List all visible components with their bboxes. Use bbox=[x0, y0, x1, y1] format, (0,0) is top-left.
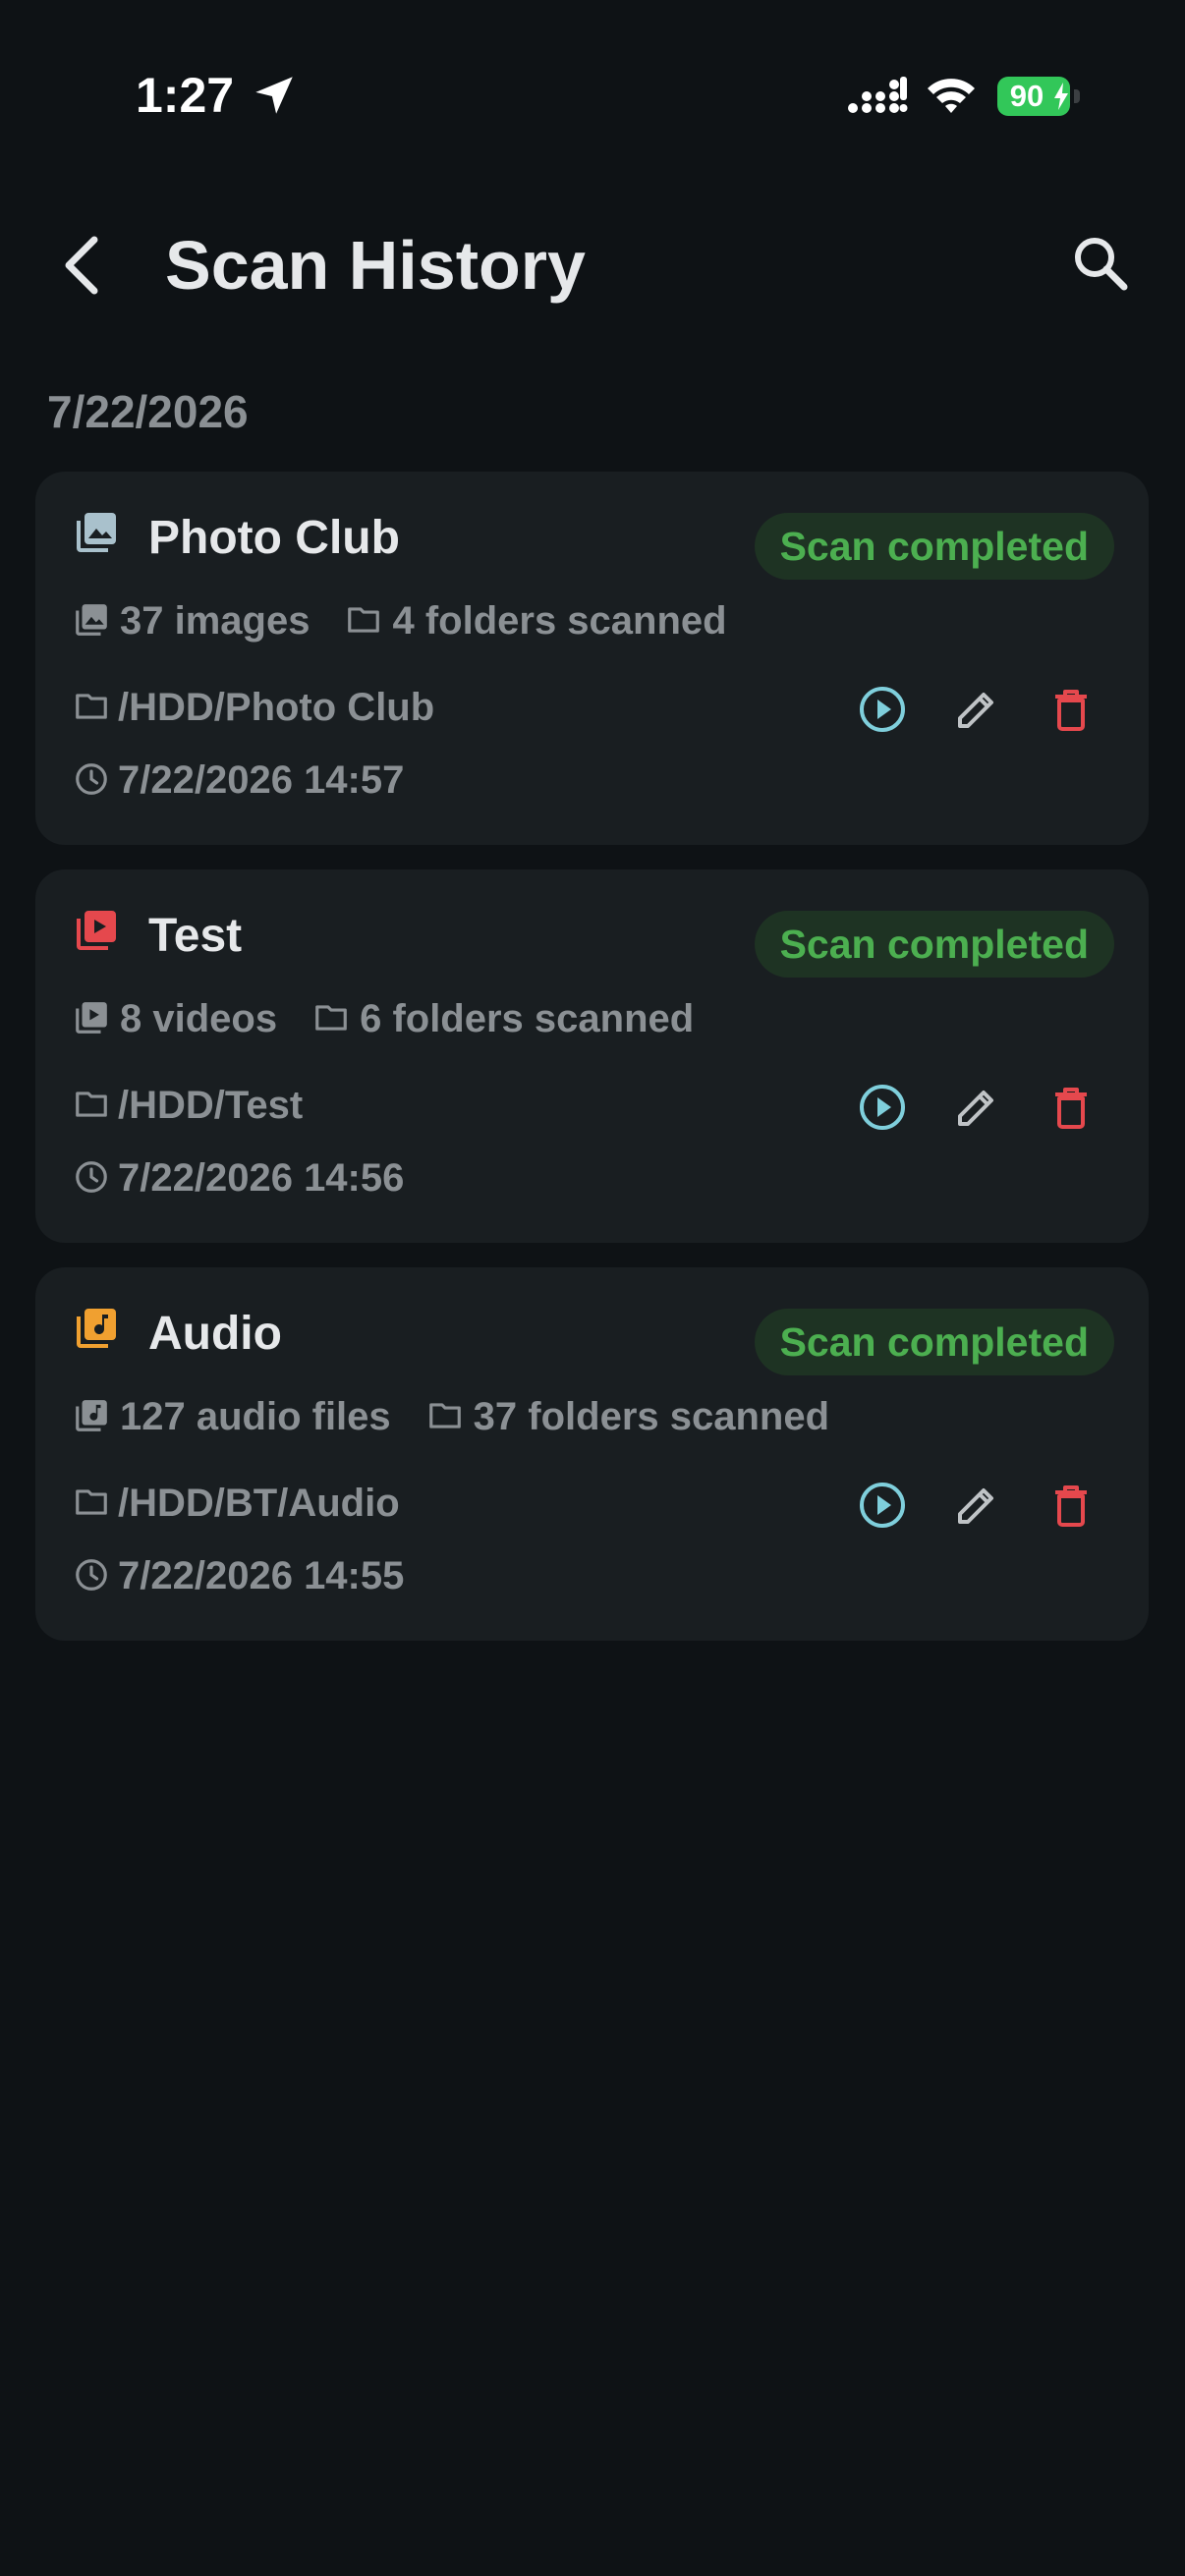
play-button[interactable] bbox=[853, 1078, 912, 1137]
audio-count-icon bbox=[76, 1400, 107, 1431]
delete-button[interactable] bbox=[1042, 680, 1100, 739]
path-text: /HDD/BT/Audio bbox=[118, 1482, 400, 1525]
status-time: 1:27 bbox=[136, 68, 235, 123]
folder-icon bbox=[76, 694, 107, 719]
folder-icon bbox=[76, 1092, 107, 1117]
audio-library-icon bbox=[77, 1309, 116, 1348]
timestamp-text: 7/22/2026 14:57 bbox=[118, 758, 405, 802]
status-bar: 1:27 90 bbox=[0, 0, 1185, 157]
signal-icon bbox=[848, 77, 908, 113]
search-button[interactable] bbox=[1069, 232, 1132, 295]
page-title: Scan History bbox=[165, 227, 586, 304]
videos-count-icon bbox=[76, 1002, 107, 1034]
file-count: 127 audio files bbox=[120, 1395, 391, 1438]
folder-icon bbox=[428, 1403, 461, 1428]
edit-button[interactable] bbox=[947, 1078, 1006, 1137]
path-text: /HDD/Photo Club bbox=[118, 686, 435, 729]
clock-icon bbox=[76, 1161, 107, 1193]
folders-count: 4 folders scanned bbox=[392, 599, 727, 643]
folder-icon bbox=[76, 1489, 107, 1515]
battery-indicator: 90 bbox=[997, 77, 1080, 116]
clock-icon bbox=[76, 763, 107, 795]
scan-card[interactable]: Test Scan completed 8 videos 6 folders s… bbox=[35, 869, 1149, 1243]
status-badge: Scan completed bbox=[754, 1309, 1114, 1375]
location-arrow-icon bbox=[255, 77, 293, 114]
scan-card[interactable]: Photo Club Scan completed 37 images 4 fo… bbox=[35, 472, 1149, 845]
images-count-icon bbox=[76, 604, 107, 636]
scan-stats: 37 images 4 folders scanned bbox=[73, 599, 727, 650]
edit-button[interactable] bbox=[947, 680, 1006, 739]
image-library-icon bbox=[77, 513, 116, 552]
wifi-icon bbox=[928, 79, 975, 113]
scan-timestamp: 7/22/2026 14:55 bbox=[73, 1554, 404, 1605]
back-button[interactable] bbox=[53, 226, 112, 305]
clock-icon bbox=[76, 1559, 107, 1591]
scan-stats: 8 videos 6 folders scanned bbox=[73, 997, 694, 1048]
file-count: 8 videos bbox=[120, 997, 278, 1040]
scan-card[interactable]: Audio Scan completed 127 audio files 37 … bbox=[35, 1267, 1149, 1641]
scan-title: Photo Club bbox=[148, 512, 400, 564]
video-library-icon bbox=[77, 911, 116, 950]
battery-level: 90 bbox=[1009, 79, 1044, 113]
date-group-heading: 7/22/2026 bbox=[47, 386, 249, 437]
play-button[interactable] bbox=[853, 1476, 912, 1535]
folders-count: 6 folders scanned bbox=[360, 997, 695, 1040]
delete-button[interactable] bbox=[1042, 1476, 1100, 1535]
timestamp-text: 7/22/2026 14:55 bbox=[118, 1554, 405, 1597]
status-badge: Scan completed bbox=[754, 513, 1114, 580]
scan-stats: 127 audio files 37 folders scanned bbox=[73, 1395, 829, 1446]
timestamp-text: 7/22/2026 14:56 bbox=[118, 1156, 405, 1200]
folder-icon bbox=[315, 1005, 347, 1031]
folders-count: 37 folders scanned bbox=[473, 1395, 830, 1438]
scan-path: /HDD/BT/Audio bbox=[73, 1482, 400, 1533]
file-count: 37 images bbox=[120, 599, 310, 643]
status-badge: Scan completed bbox=[754, 911, 1114, 978]
scan-timestamp: 7/22/2026 14:57 bbox=[73, 758, 404, 810]
delete-button[interactable] bbox=[1042, 1078, 1100, 1137]
charging-bolt-icon bbox=[1054, 83, 1068, 110]
folder-icon bbox=[348, 607, 380, 633]
path-text: /HDD/Test bbox=[118, 1084, 304, 1127]
scan-timestamp: 7/22/2026 14:56 bbox=[73, 1156, 404, 1207]
play-button[interactable] bbox=[853, 680, 912, 739]
edit-button[interactable] bbox=[947, 1476, 1006, 1535]
scan-title: Audio bbox=[148, 1308, 282, 1360]
scan-title: Test bbox=[148, 910, 243, 962]
scan-path: /HDD/Photo Club bbox=[73, 686, 434, 737]
scan-path: /HDD/Test bbox=[73, 1084, 303, 1135]
app-header: Scan History bbox=[0, 196, 1185, 334]
